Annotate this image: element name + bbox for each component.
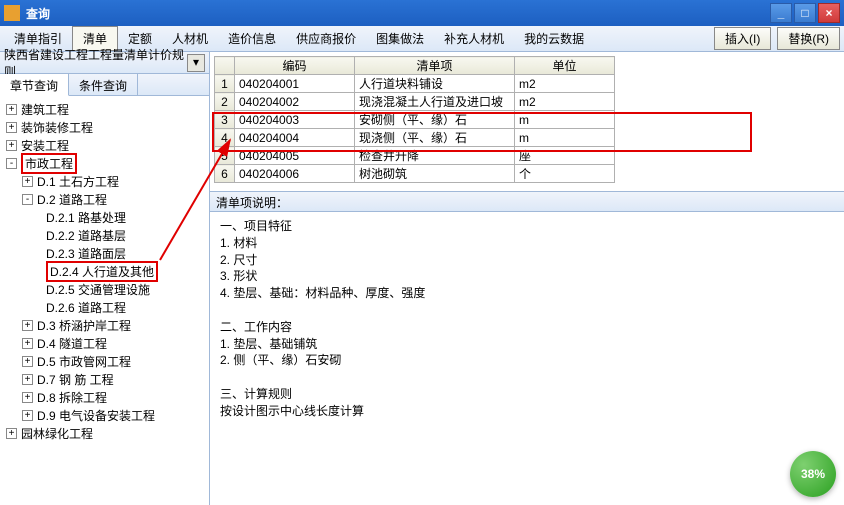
tree-node[interactable]: +D.9 电气设备安装工程 [2, 406, 207, 424]
col-item[interactable]: 清单项 [355, 57, 515, 75]
items-table[interactable]: 编码 清单项 单位 1040204001人行道块料铺设m2 2040204002… [214, 56, 615, 183]
expand-icon[interactable]: + [6, 428, 17, 439]
menu-atlas[interactable]: 图集做法 [366, 27, 434, 50]
tree-node[interactable]: +建筑工程 [2, 100, 207, 118]
maximize-button[interactable]: □ [794, 3, 816, 23]
menu-supplier[interactable]: 供应商报价 [286, 27, 366, 50]
rule-dropdown[interactable]: ▾ [187, 54, 205, 72]
expand-icon[interactable]: + [22, 356, 33, 367]
menu-cost-info[interactable]: 造价信息 [218, 27, 286, 50]
tree-node[interactable]: +D.4 隧道工程 [2, 334, 207, 352]
expand-icon[interactable]: + [6, 122, 17, 133]
insert-button[interactable]: 插入(I) [714, 27, 771, 50]
tree-node[interactable]: +园林绿化工程 [2, 424, 207, 442]
table-row[interactable]: 4040204004现浇侧（平、缘）石m [215, 129, 615, 147]
expand-icon[interactable]: + [6, 140, 17, 151]
expand-icon[interactable]: + [22, 320, 33, 331]
expand-icon[interactable]: + [6, 104, 17, 115]
tree-node[interactable]: D.2.2 道路基层 [2, 226, 207, 244]
tree-node[interactable]: D.2.3 道路面层 [2, 244, 207, 262]
window-title: 查询 [26, 5, 770, 22]
menu-cloud[interactable]: 我的云数据 [514, 27, 594, 50]
table-row[interactable]: 1040204001人行道块料铺设m2 [215, 75, 615, 93]
expand-icon[interactable]: + [22, 392, 33, 403]
expand-icon[interactable]: + [22, 338, 33, 349]
replace-button[interactable]: 替换(R) [777, 27, 840, 50]
tree-node-municipal[interactable]: -市政工程 [2, 154, 207, 172]
expand-icon[interactable]: + [22, 410, 33, 421]
close-button[interactable]: × [818, 3, 840, 23]
progress-badge[interactable]: 38% [790, 451, 836, 497]
tree-node[interactable]: +安装工程 [2, 136, 207, 154]
minimize-button[interactable]: _ [770, 3, 792, 23]
tab-condition-query[interactable]: 条件查询 [69, 74, 138, 95]
tree-node[interactable]: D.2.1 路基处理 [2, 208, 207, 226]
tree-node[interactable]: D.2.5 交通管理设施 [2, 280, 207, 298]
description-body: 一、项目特征 1. 材料 2. 尺寸 3. 形状 4. 垫层、基础：材料品种、厚… [210, 212, 844, 505]
tree-node[interactable]: +D.5 市政管网工程 [2, 352, 207, 370]
table-row[interactable]: 2040204002现浇混凝土人行道及进口坡m2 [215, 93, 615, 111]
expand-icon[interactable]: + [22, 176, 33, 187]
tree-node[interactable]: +D.8 拆除工程 [2, 388, 207, 406]
category-tree[interactable]: +建筑工程 +装饰装修工程 +安装工程 -市政工程 +D.1 土石方工程 -D.… [0, 96, 209, 505]
table-row[interactable]: 6040204006树池砌筑个 [215, 165, 615, 183]
table-row[interactable]: 3040204003安砌侧（平、缘）石m [215, 111, 615, 129]
app-icon [4, 5, 20, 21]
tree-node[interactable]: +装饰装修工程 [2, 118, 207, 136]
tree-node[interactable]: +D.1 土石方工程 [2, 172, 207, 190]
collapse-icon[interactable]: - [22, 194, 33, 205]
description-header: 清单项说明： [210, 192, 844, 212]
tree-node[interactable]: -D.2 道路工程 [2, 190, 207, 208]
menu-supplement[interactable]: 补充人材机 [434, 27, 514, 50]
table-row[interactable]: 5040204005检查井升降座 [215, 147, 615, 165]
tree-node[interactable]: +D.3 桥涵护岸工程 [2, 316, 207, 334]
tree-node-pedestrian[interactable]: D.2.4 人行道及其他 [2, 262, 207, 280]
tree-node[interactable]: +D.7 钢 筋 工程 [2, 370, 207, 388]
collapse-icon[interactable]: - [6, 158, 17, 169]
col-unit[interactable]: 单位 [515, 57, 615, 75]
expand-icon[interactable]: + [22, 374, 33, 385]
col-code[interactable]: 编码 [235, 57, 355, 75]
tab-chapter-query[interactable]: 章节查询 [0, 74, 69, 96]
tree-node[interactable]: D.2.6 道路工程 [2, 298, 207, 316]
